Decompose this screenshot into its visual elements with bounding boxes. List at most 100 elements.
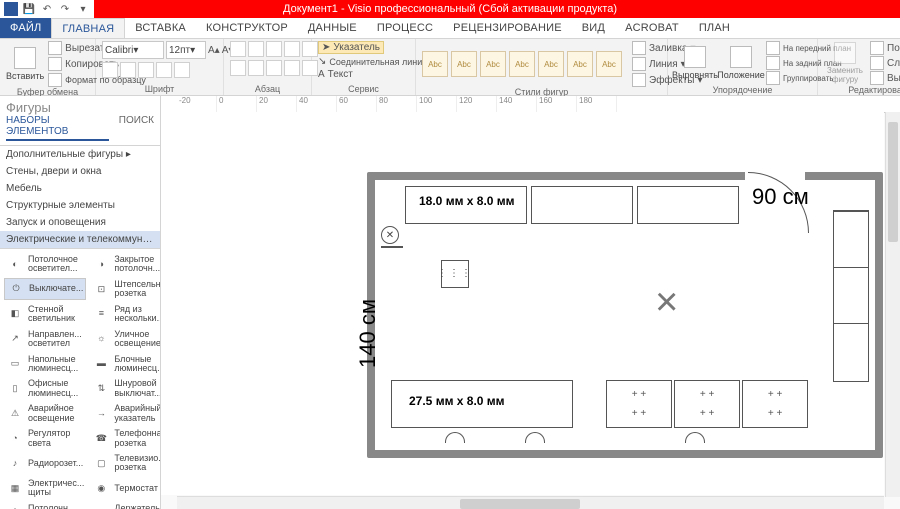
font-color-icon[interactable] (174, 62, 190, 78)
tab-insert[interactable]: ВСТАВКА (125, 18, 196, 38)
subtab-sets[interactable]: НАБОРЫ ЭЛЕМЕНТОВ (6, 115, 109, 141)
ceiling-light-symbol[interactable]: × (655, 280, 678, 325)
lamp-mid[interactable] (525, 432, 545, 443)
change-shape-button[interactable]: Заменить фигуру (824, 42, 866, 84)
stencil-item[interactable]: ▦Электричес... щиты (4, 477, 86, 500)
category-furniture[interactable]: Мебель (0, 180, 160, 197)
text-tool-button[interactable]: AТекст (318, 69, 353, 80)
subtab-search[interactable]: ПОИСК (119, 115, 154, 141)
undo-icon[interactable]: ↶ (40, 2, 54, 16)
pointer-tool-button[interactable]: ➤Указатель (318, 41, 384, 54)
stencil-item[interactable]: ◔Регулятор света (4, 427, 86, 450)
stencil-item[interactable]: ✱Потолочн... вентилятор (4, 502, 86, 509)
style-swatch[interactable]: Abc (567, 51, 593, 77)
stencil-label: Регулятор света (28, 429, 84, 448)
select-button[interactable]: Выделить ▾ (870, 71, 900, 85)
find-button[interactable]: Поиск ▾ (870, 41, 900, 55)
scrollbar-horizontal[interactable] (177, 496, 884, 509)
style-swatch[interactable]: Abc (451, 51, 477, 77)
scrollbar-vertical[interactable] (885, 112, 900, 497)
font-size-select[interactable]: 12пт ▾ (166, 41, 206, 59)
fixture-box[interactable]: ⋮⋮⋮ (441, 260, 469, 288)
justify-icon[interactable] (284, 41, 300, 57)
stencil-item[interactable]: ▯Офисные люминесц... (4, 377, 86, 400)
stencil-item[interactable]: ▬Блочные люминесц... (90, 353, 160, 376)
ruler-horizontal[interactable]: -20020406080100120140160180 (177, 96, 900, 113)
tab-plan[interactable]: ПЛАН (689, 18, 740, 38)
lamp-left[interactable] (445, 432, 465, 443)
style-swatch[interactable]: Abc (538, 51, 564, 77)
paste-button[interactable]: Вставить (6, 43, 44, 85)
furniture-bed-mid[interactable] (531, 186, 633, 224)
position-button[interactable]: Положение (720, 42, 762, 84)
italic-icon[interactable] (120, 62, 136, 78)
tab-view[interactable]: ВИД (572, 18, 615, 38)
outlet-symbol[interactable]: ✕ (381, 226, 399, 244)
align-right-icon[interactable] (266, 41, 282, 57)
stencil-item[interactable]: ♪Радиорозет... (4, 452, 86, 475)
stencil-item[interactable]: ▢Телевизио... розетка (90, 452, 160, 475)
stencil-icon: ◉ (92, 481, 110, 495)
sofa-shape[interactable] (607, 380, 808, 431)
tab-process[interactable]: ПРОЦЕСС (367, 18, 443, 38)
redo-icon[interactable]: ↷ (58, 2, 72, 16)
qat-dropdown-icon[interactable]: ▾ (76, 2, 90, 16)
ruler-vertical[interactable] (161, 112, 178, 495)
indent-dec-icon[interactable] (284, 60, 300, 76)
stencil-item[interactable]: ↗Направлен... осветител (4, 328, 86, 351)
stencil-item[interactable]: ◧Стенной светильник (4, 303, 86, 326)
room-outline[interactable]: 18.0 мм х 8.0 мм ✕ ⋮⋮⋮ × 27.5 мм х 8.0 м… (367, 172, 883, 458)
valign-mid-icon[interactable] (248, 60, 264, 76)
stencil-item[interactable]: ≡Ряд из нескольки... (90, 303, 160, 326)
lamp-right[interactable] (685, 432, 705, 443)
tab-data[interactable]: ДАННЫЕ (298, 18, 367, 38)
layers-button[interactable]: Слои ▾ (870, 56, 900, 70)
strike-icon[interactable] (156, 62, 172, 78)
stencil-item[interactable]: ☼Уличное освещение (90, 328, 160, 351)
stencil-item[interactable]: ⏻Выключате... (4, 278, 86, 300)
tab-design[interactable]: КОНСТРУКТОР (196, 18, 298, 38)
style-swatch[interactable]: Abc (422, 51, 448, 77)
tab-home[interactable]: ГЛАВНАЯ (51, 18, 125, 38)
style-swatch[interactable]: Abc (509, 51, 535, 77)
furniture-bed-right[interactable] (637, 186, 739, 224)
scroll-thumb[interactable] (888, 122, 898, 242)
underline-icon[interactable] (138, 62, 154, 78)
category-walls[interactable]: Стены, двери и окна (0, 163, 160, 180)
save-icon[interactable]: 💾 (22, 2, 36, 16)
valign-bot-icon[interactable] (266, 60, 282, 76)
category-alarms[interactable]: Запуск и оповещения (0, 214, 160, 231)
stencil-item[interactable]: ▣Держатель пп... (90, 502, 160, 509)
align-button[interactable]: Выровнять (674, 42, 716, 84)
stencil-item[interactable]: ⚠Аварийное освещение (4, 402, 86, 425)
stencil-label: Держатель пп... (114, 504, 160, 509)
font-grow-icon[interactable]: A▴ (208, 41, 220, 59)
stencil-item[interactable]: ▭Напольные люминесц... (4, 353, 86, 376)
align-left-icon[interactable] (230, 41, 246, 57)
bold-icon[interactable] (102, 62, 118, 78)
stencil-item[interactable]: →Аварийный указатель (90, 402, 160, 425)
stencil-item[interactable]: ◑Закрытое потолочн... (90, 253, 160, 276)
style-swatch[interactable]: Abc (480, 51, 506, 77)
ruler-mark: 0 (217, 96, 257, 112)
style-swatch[interactable]: Abc (596, 51, 622, 77)
scroll-thumb[interactable] (460, 499, 580, 509)
stencil-item[interactable]: ⊡Штепсельн... розетка (90, 278, 160, 301)
cabinet-shape[interactable] (833, 210, 869, 382)
tab-file[interactable]: ФАЙЛ (0, 18, 51, 38)
category-more-shapes[interactable]: Дополнительные фигуры ▸ (0, 146, 160, 163)
font-family-select[interactable]: Calibri ▾ (102, 41, 164, 59)
category-electrical[interactable]: Электрические и телекоммуникаци... (0, 231, 160, 248)
stencil-icon: ≡ (92, 307, 110, 321)
drawing-page[interactable]: 18.0 мм х 8.0 мм ✕ ⋮⋮⋮ × 27.5 мм х 8.0 м… (177, 112, 884, 495)
stencil-item[interactable]: ◐Потолочное осветител... (4, 253, 86, 276)
category-structural[interactable]: Структурные элементы (0, 197, 160, 214)
switch-symbol[interactable] (381, 246, 403, 248)
stencil-item[interactable]: ☎Телефонная розетка (90, 427, 160, 450)
tab-review[interactable]: РЕЦЕНЗИРОВАНИЕ (443, 18, 572, 38)
valign-top-icon[interactable] (230, 60, 246, 76)
align-center-icon[interactable] (248, 41, 264, 57)
stencil-item[interactable]: ◉Термостат (90, 477, 160, 500)
stencil-item[interactable]: ⇅Шнуровой выключат... (90, 377, 160, 400)
tab-acrobat[interactable]: ACROBAT (615, 18, 689, 38)
